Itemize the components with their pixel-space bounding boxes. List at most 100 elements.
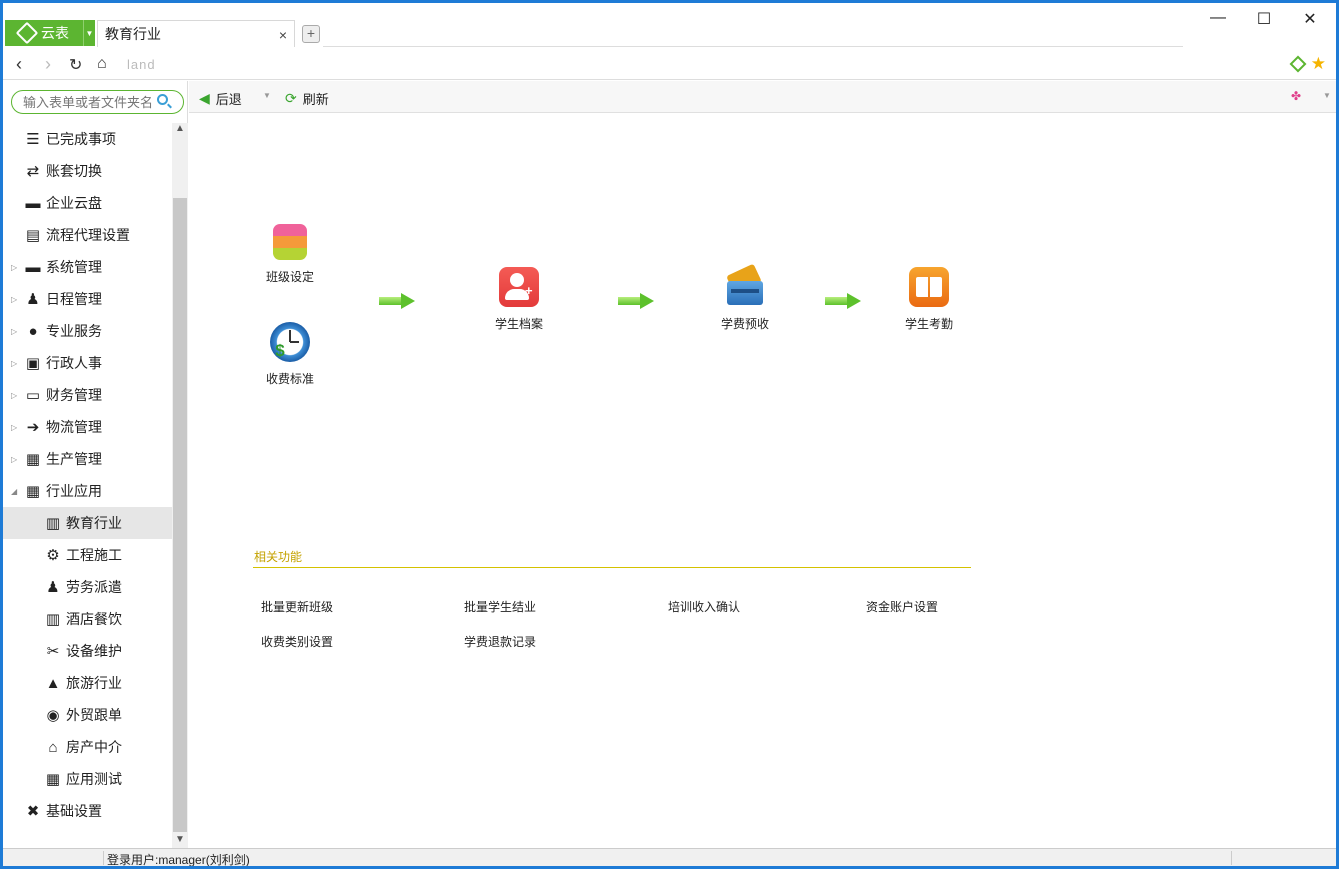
sidebar-item-label: 酒店餐饮: [66, 611, 122, 627]
sidebar-item[interactable]: ⌂ 房产中介: [3, 731, 172, 763]
sidebar-item[interactable]: ▷ ▦ 生产管理: [3, 443, 172, 475]
student-profile-icon: +: [499, 267, 539, 307]
tools-icon: ✂: [46, 643, 60, 660]
reload-icon[interactable]: ↻: [69, 55, 82, 75]
status-divider: [1231, 851, 1232, 865]
related-link[interactable]: 学费退款记录: [464, 633, 536, 650]
clock-money-icon: $: [270, 322, 310, 362]
scroll-down-icon[interactable]: ▼: [172, 834, 188, 848]
new-tab-button[interactable]: +: [302, 25, 320, 43]
sidebar-item[interactable]: ▲ 旅游行业: [3, 667, 172, 699]
chevron-down-icon[interactable]: ▼: [1323, 91, 1331, 100]
expand-arrow-icon[interactable]: ▷: [11, 455, 17, 464]
sidebar-item[interactable]: ☰ 已完成事项: [3, 123, 172, 155]
close-window-button[interactable]: ✕: [1295, 9, 1325, 29]
list-icon: ☰: [26, 131, 40, 148]
expanded-arrow-icon[interactable]: ◢: [11, 487, 17, 496]
sidebar-item-label: 房产中介: [66, 739, 122, 755]
fee-standard-node[interactable]: $ 收费标准: [250, 322, 330, 387]
sidebar-item[interactable]: ▷ ▭ 财务管理: [3, 379, 172, 411]
sidebar-item[interactable]: ▷ ♟ 日程管理: [3, 283, 172, 315]
sidebar-item-label: 行业应用: [46, 483, 102, 499]
related-link[interactable]: 资金账户设置: [866, 598, 938, 615]
sidebar-item-label: 账套切换: [46, 163, 102, 179]
yunbiao-logo-icon: [15, 21, 39, 45]
expand-arrow-icon[interactable]: ▷: [11, 295, 17, 304]
expand-arrow-icon[interactable]: ▷: [11, 263, 17, 272]
expand-arrow-icon[interactable]: ▷: [11, 359, 17, 368]
sidebar-item[interactable]: ▤ 流程代理设置: [3, 219, 172, 251]
back-button[interactable]: ◀ 后退: [199, 89, 242, 108]
tuition-prepay-label: 学费预收: [720, 317, 769, 331]
sidebar-item-label: 生产管理: [46, 451, 102, 467]
sidebar-item[interactable]: ◢ ▦ 行业应用: [3, 475, 172, 507]
minimize-button[interactable]: —: [1203, 9, 1233, 27]
yunbiao-logo-icon[interactable]: [1289, 55, 1307, 73]
related-link[interactable]: 批量更新班级: [261, 598, 333, 615]
forward-icon[interactable]: ›: [45, 54, 51, 75]
sidebar-item[interactable]: ▷ ▬ 系统管理: [3, 251, 172, 283]
sidebar-item[interactable]: ▦ 应用测试: [3, 763, 172, 795]
sidebar-item[interactable]: ⚙ 工程施工: [3, 539, 172, 571]
refresh-button[interactable]: ⟳ 刷新: [285, 89, 329, 108]
sidebar-item[interactable]: ▥ 教育行业: [3, 507, 172, 539]
sidebar-item[interactable]: ✂ 设备维护: [3, 635, 172, 667]
app-switcher-icon[interactable]: ✤: [1291, 89, 1301, 103]
switch-icon: ⇄: [26, 163, 40, 180]
folder-icon: ▬: [25, 258, 41, 276]
related-link[interactable]: 收费类别设置: [261, 633, 333, 650]
refresh-icon: ⟳: [285, 90, 297, 106]
class-setting-node[interactable]: 班级设定: [250, 224, 330, 285]
sidebar-item[interactable]: ▷ ▣ 行政人事: [3, 347, 172, 379]
favorite-star-icon[interactable]: ★: [1311, 54, 1326, 74]
scroll-up-icon[interactable]: ▲: [172, 123, 188, 137]
back-icon[interactable]: ‹: [16, 54, 22, 75]
close-tab-icon[interactable]: ×: [279, 27, 287, 43]
attendance-label: 学生考勤: [904, 317, 953, 331]
sidebar-item[interactable]: ▥ 酒店餐饮: [3, 603, 172, 635]
sidebar-item-label: 专业服务: [46, 323, 102, 339]
url-field[interactable]: land: [127, 57, 156, 72]
related-link[interactable]: 批量学生结业: [464, 598, 536, 615]
credit-cards-icon: [725, 263, 765, 307]
sidebar-item[interactable]: ⇄ 账套切换: [3, 155, 172, 187]
sidebar-item[interactable]: ◉ 外贸跟单: [3, 699, 172, 731]
expand-arrow-icon[interactable]: ▷: [11, 391, 17, 400]
student-file-node[interactable]: + 学生档案: [479, 267, 559, 332]
address-bar: ‹ › ↻ ⌂ land ★: [3, 47, 1336, 80]
globe-icon: ◉: [46, 707, 60, 724]
sidebar-item[interactable]: ▷ ➔ 物流管理: [3, 411, 172, 443]
sidebar-item-label: 已完成事项: [46, 131, 116, 147]
sidebar-scrollbar[interactable]: ▲ ▼: [172, 123, 188, 848]
building-icon: ▥: [45, 515, 61, 532]
search-icon[interactable]: [157, 94, 168, 105]
class-setting-label: 班级设定: [265, 270, 314, 284]
flow-arrow-icon: [379, 293, 415, 309]
chevron-down-icon[interactable]: ▼: [263, 91, 271, 100]
tab-education[interactable]: 教育行业 ×: [97, 20, 295, 47]
sidebar-item-label: 物流管理: [46, 419, 102, 435]
back-label: 后退: [215, 92, 242, 107]
book-icon: [909, 267, 949, 307]
chevron-down-icon[interactable]: ▼: [83, 20, 95, 46]
maximize-button[interactable]: ☐: [1249, 9, 1279, 29]
attendance-node[interactable]: 学生考勤: [889, 267, 969, 332]
sidebar-item-label: 行政人事: [46, 355, 102, 371]
sidebar-item-label: 流程代理设置: [46, 227, 130, 243]
home-icon[interactable]: ⌂: [97, 55, 107, 73]
home-icon: ⌂: [48, 738, 58, 756]
related-link[interactable]: 培训收入确认: [668, 598, 740, 615]
sidebar-item[interactable]: ▬ 企业云盘: [3, 187, 172, 219]
sidebar-item[interactable]: ♟ 劳务派遣: [3, 571, 172, 603]
sidebar-item[interactable]: ✖ 基础设置: [3, 795, 172, 827]
sidebar-item[interactable]: ▷ ● 专业服务: [3, 315, 172, 347]
expand-arrow-icon[interactable]: ▷: [11, 327, 17, 336]
sidebar-item-label: 应用测试: [66, 771, 122, 787]
expand-arrow-icon[interactable]: ▷: [11, 423, 17, 432]
app-menu-button[interactable]: 云表 ▼: [5, 20, 95, 46]
document-icon: ▤: [25, 227, 41, 244]
related-divider: [253, 567, 971, 568]
login-user: 登录用户:manager(刘利剑): [107, 853, 250, 866]
scroll-thumb[interactable]: [173, 198, 187, 832]
tuition-prepay-node[interactable]: 学费预收: [705, 263, 785, 332]
